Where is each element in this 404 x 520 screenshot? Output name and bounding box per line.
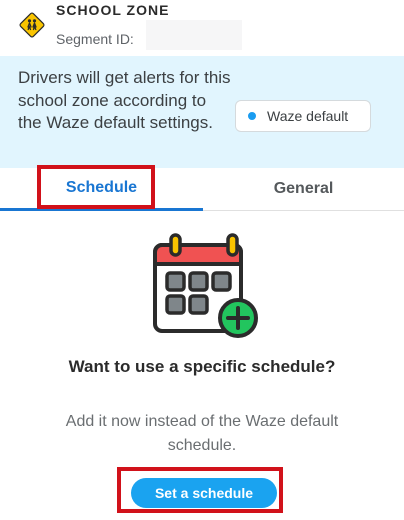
empty-state-title: Want to use a specific schedule? [68,357,336,376]
info-text: Drivers will get alerts for this school … [18,68,231,132]
zone-title: SCHOOL ZONE [56,2,170,18]
segment-id-value [146,20,242,50]
waze-default-badge[interactable]: Waze default [235,100,371,132]
tab-general[interactable]: General [203,168,404,211]
waze-default-label: Waze default [267,108,349,124]
status-dot-icon [248,112,256,120]
segment-id-label: Segment ID: [56,31,134,47]
calendar-add-icon [153,233,258,338]
tab-general-label: General [273,180,334,197]
schedule-tab-highlight [37,165,155,209]
empty-state-subtitle: Add it now instead of the Waze default s… [65,413,339,454]
set-schedule-highlight [117,467,283,513]
school-zone-icon [19,12,45,38]
panel-header: SCHOOL ZONE Segment ID: [0,0,404,56]
